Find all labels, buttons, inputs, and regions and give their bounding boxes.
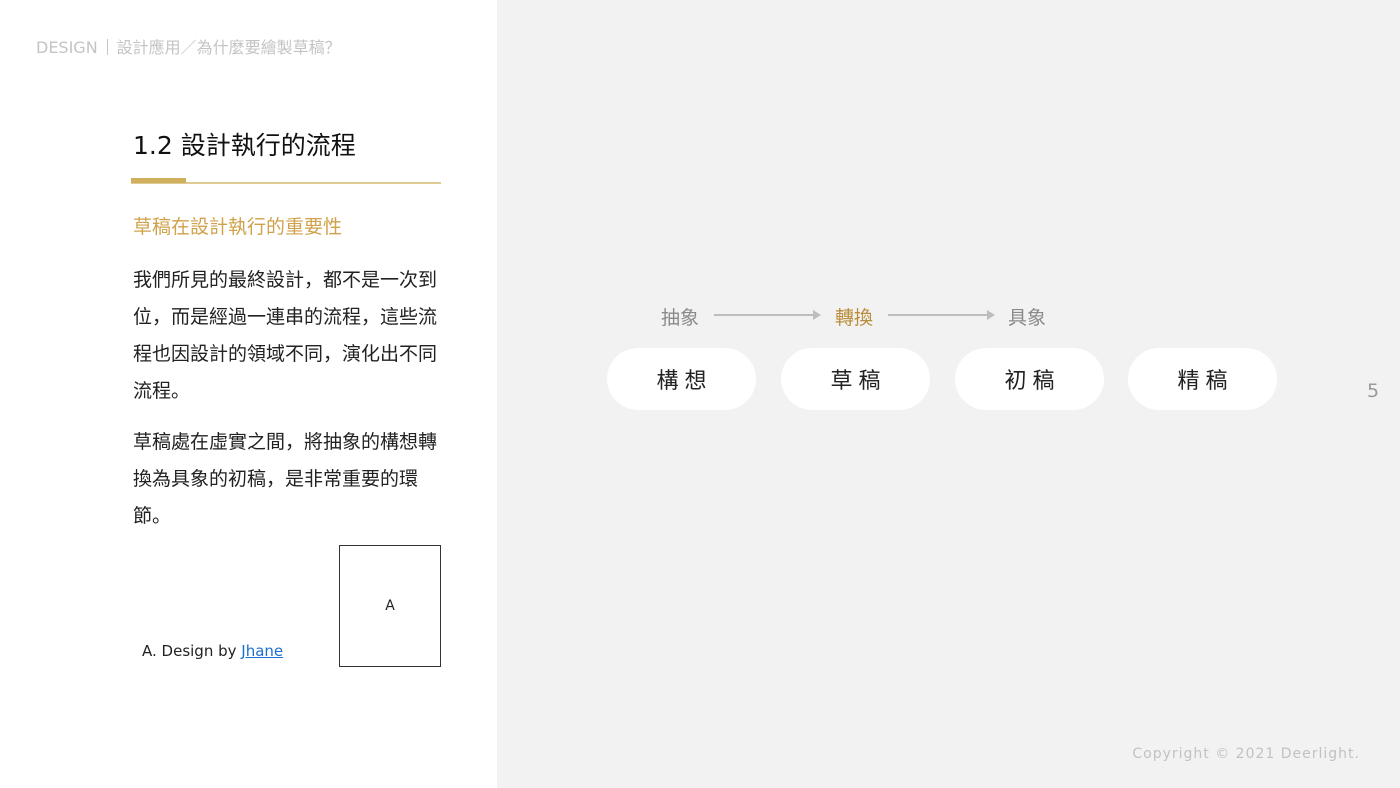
breadcrumb-divider <box>106 39 108 55</box>
flow-step-concept: 構想 <box>607 348 756 410</box>
flow-step-first-draft: 初稿 <box>955 348 1104 410</box>
figure-thumbnail-label: A <box>385 598 395 614</box>
flow-label-transform: 轉換 <box>835 307 874 329</box>
title-underline-accent <box>131 178 186 183</box>
page-title: 1.2 設計執行的流程 <box>133 131 356 160</box>
flow-label-abstract: 抽象 <box>661 307 700 329</box>
credit-link-jhane[interactable]: Jhane <box>241 642 283 660</box>
page-number: 5 <box>1367 380 1380 402</box>
figure-thumbnail[interactable]: A <box>339 545 441 667</box>
figure-credit: A. Design by Jhane <box>142 642 283 660</box>
breadcrumb: DESIGN 設計應用／為什麼要繪製草稿？ <box>36 34 341 58</box>
breadcrumb-path: 設計應用／為什麼要繪製草稿？ <box>116 38 341 57</box>
credit-text: A. Design by <box>142 642 237 660</box>
breadcrumb-section: DESIGN <box>36 38 98 57</box>
flow-arrow-1 <box>714 310 821 320</box>
section-subtitle: 草稿在設計執行的重要性 <box>133 216 343 238</box>
flow-label-concrete: 具象 <box>1008 307 1047 329</box>
flow-step-sketch: 草稿 <box>781 348 930 410</box>
body-paragraph-1: 我們所見的最終設計，都不是一次到位，而是經過一連串的流程，這些流程也因設計的領域… <box>133 269 438 402</box>
flow-arrow-2 <box>888 310 995 320</box>
copyright-text: Copyright © 2021 Deerlight. <box>1132 746 1360 762</box>
left-panel: DESIGN 設計應用／為什麼要繪製草稿？ 1.2 設計執行的流程 草稿在設計執行… <box>0 0 497 788</box>
flow-step-final-draft: 精稿 <box>1128 348 1277 410</box>
body-paragraph-2: 草稿處在虛實之間，將抽象的構想轉換為具象的初稿，是非常重要的環節。 <box>133 431 438 527</box>
